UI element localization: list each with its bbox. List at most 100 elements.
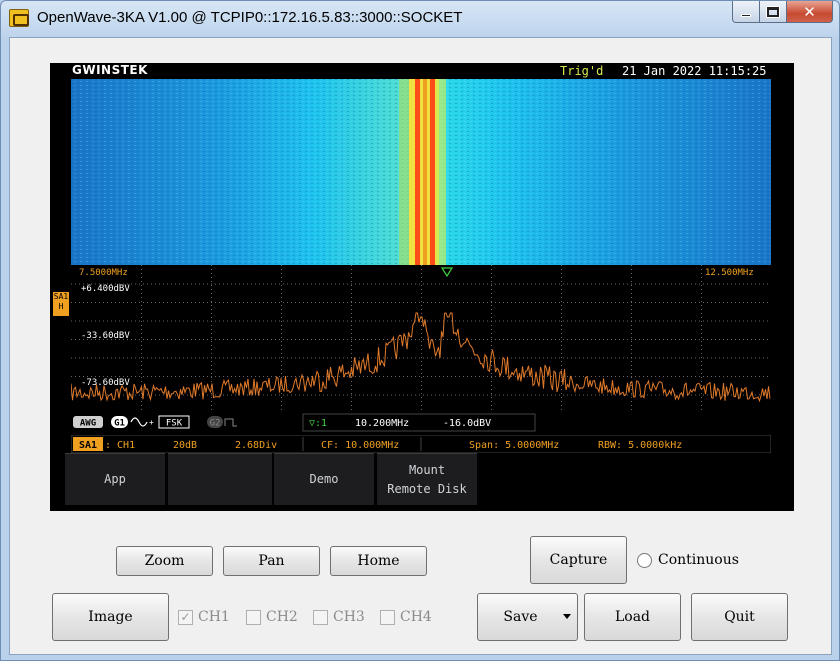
grid-dot [567,302,568,303]
grid-dot [307,339,308,340]
grid-dot [675,320,676,322]
grid-dot [411,357,412,359]
grid-dot [727,339,728,340]
grid-dot [291,376,292,377]
grid-dot [607,339,608,340]
load-button[interactable]: Load [584,593,681,641]
grid-dot [491,405,492,406]
grid-dot [579,302,580,303]
zoom-button[interactable]: Zoom [116,546,213,576]
grid-dot [631,369,632,370]
ch4-checkbox[interactable]: CH4 [380,609,432,625]
grid-dot [559,339,560,340]
grid-dot [247,357,248,359]
grid-dot [335,283,336,285]
softkey-blank[interactable] [168,453,272,505]
grid-dot [141,397,142,398]
grid-dot [443,357,444,359]
grid-dot [631,273,632,274]
image-button[interactable]: Image [52,593,169,641]
grid-dot [379,302,380,303]
grid-dot [343,320,344,322]
ch4-box[interactable] [380,609,395,625]
grid-dot [691,357,692,359]
dropdown-arrow-icon[interactable] [563,614,571,619]
grid-dot [279,394,280,396]
grid-dot [187,302,188,303]
grid-dot [471,320,472,322]
grid-dot [571,302,572,303]
grid-dot [271,283,272,285]
grid-dot [587,302,588,303]
grid-dot [171,320,172,322]
grid-dot [515,320,516,322]
grid-dot [281,373,282,374]
close-button[interactable]: ✕ [787,1,833,23]
grid-dot [507,376,508,377]
grid-dot [141,353,142,354]
grid-dot [491,376,492,377]
grid-dot [295,339,296,340]
grid-dot [675,394,676,396]
grid-dot [195,376,196,377]
home-button[interactable]: Home [330,546,427,576]
grid-dot [471,283,472,285]
grid-dot [207,302,208,303]
grid-dot [619,283,620,285]
grid-dot [275,357,276,359]
grid-dot [691,283,692,285]
ch3-box[interactable] [313,609,328,625]
grid-dot [523,339,524,340]
grid-dot [151,376,152,377]
grid-dot [141,381,142,382]
checkmark-icon[interactable]: ✓ [178,609,193,625]
grid-dot [491,373,492,374]
pan-button[interactable]: Pan [223,546,320,576]
title-bar[interactable]: OpenWave-3KA V1.00 @ TCPIP0::172.16.5.83… [1,1,839,35]
continuous-radio[interactable]: Continuous [637,552,739,568]
capture-button[interactable]: Capture [530,536,627,584]
grid-dot [359,302,360,303]
grid-dot [535,283,536,285]
grid-dot [599,320,600,322]
maximize-button[interactable] [760,1,787,23]
grid-dot [267,320,268,322]
grid-dot [335,376,336,377]
softkey-mount-remote-disk[interactable]: Mount Remote Disk [377,453,477,505]
softkey-app[interactable]: App [65,453,165,505]
grid-dot [231,376,232,377]
radio-circle[interactable] [637,552,652,568]
grid-dot [219,357,220,359]
grid-dot [701,393,702,394]
ch2-box[interactable] [246,609,261,625]
ch1-checkbox[interactable]: ✓ CH1 [178,609,230,625]
grid-dot [115,357,116,359]
quit-button[interactable]: Quit [691,593,788,641]
grid-dot [143,302,144,303]
save-button[interactable]: Save [477,593,578,641]
grid-dot [279,376,280,377]
grid-dot [451,320,452,322]
grid-dot [421,397,422,398]
grid-dot [651,320,652,322]
grid-dot [459,394,460,396]
grid-dot [281,273,282,274]
grid-dot [303,283,304,285]
grid-dot [631,320,632,322]
grid-dot [491,385,492,386]
grid-dot [141,373,142,374]
spectrum-plot: 7.5000MHz 12.500MHz +6.400dBV -33.60dBV … [71,265,771,413]
grid-dot [399,339,400,340]
softkey-demo[interactable]: Demo [274,453,374,505]
ch2-checkbox[interactable]: CH2 [246,609,298,625]
grid-dot [235,283,236,285]
grid-dot [735,320,736,322]
grid-dot [599,302,600,303]
ch3-checkbox[interactable]: CH3 [313,609,365,625]
grid-dot [247,283,248,285]
grid-dot [311,283,312,285]
grid-dot [751,339,752,340]
minimize-button[interactable] [732,1,760,23]
grid-dot [579,339,580,340]
grid-dot [415,339,416,340]
